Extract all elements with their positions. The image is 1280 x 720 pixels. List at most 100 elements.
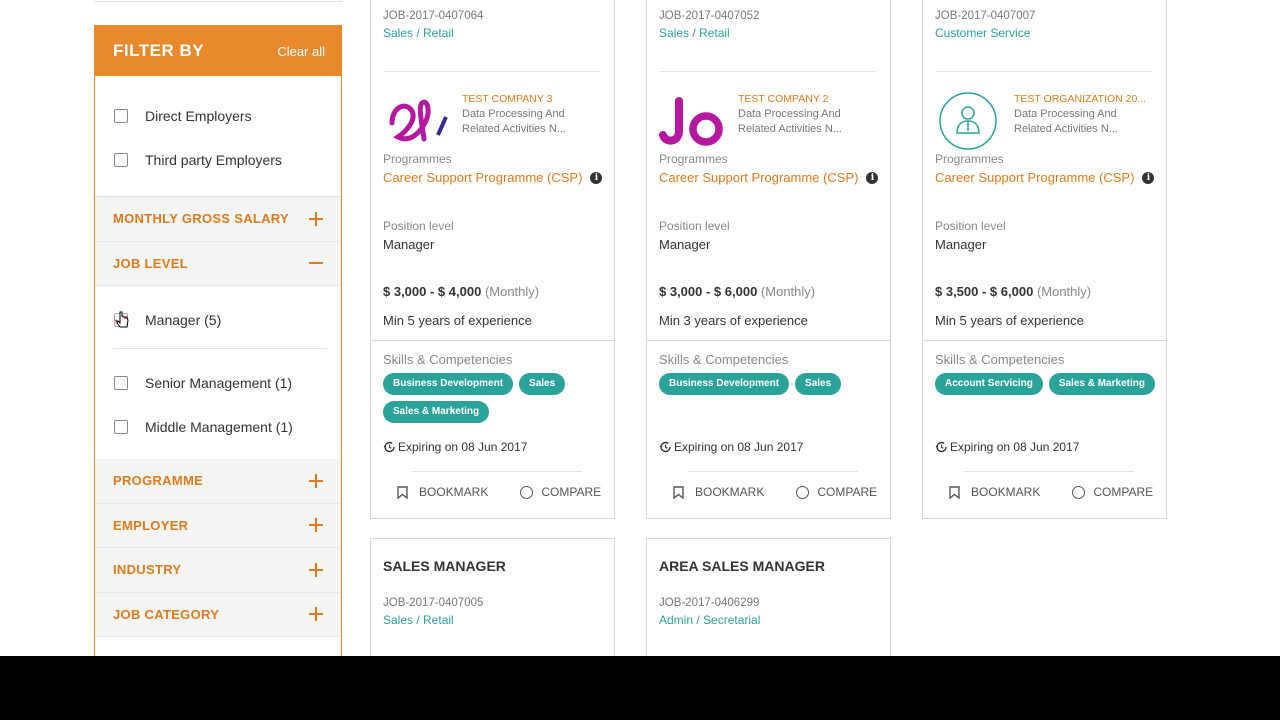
bookmark-icon[interactable] bbox=[673, 485, 684, 499]
info-icon[interactable]: i bbox=[1142, 171, 1155, 184]
sidebar-top-edge bbox=[94, 0, 342, 2]
job-category[interactable]: Sales / Retail bbox=[659, 26, 730, 40]
skill-tag[interactable]: Sales bbox=[519, 373, 566, 395]
position-level-value: Manager bbox=[935, 237, 987, 252]
card-actions: BOOKMARK COMPARE bbox=[397, 485, 601, 499]
filter-direct-employers[interactable]: Direct Employers bbox=[95, 94, 341, 138]
job-code: JOB-2017-0407007 bbox=[935, 10, 1036, 22]
salary-period: (Monthly) bbox=[484, 284, 540, 299]
job-title[interactable]: AREA SALES MANAGER bbox=[659, 558, 825, 574]
plus-icon[interactable] bbox=[309, 562, 323, 577]
programme-text[interactable]: Career Support Programme (CSP) bbox=[659, 170, 858, 185]
bookmark-icon[interactable] bbox=[397, 485, 408, 499]
company-logo bbox=[935, 91, 1001, 151]
direct-employers-checkbox[interactable] bbox=[114, 109, 128, 123]
programme-value: Career Support Programme (CSP) i bbox=[383, 170, 603, 185]
expiry: Expiring on 08 Jun 2017 bbox=[659, 440, 803, 454]
bookmark-icon[interactable] bbox=[949, 485, 960, 499]
filter-middle-management[interactable]: Middle Management (1) bbox=[95, 405, 341, 449]
job-code: JOB-2017-0406299 bbox=[659, 597, 760, 609]
job-level-options: Manager (5) Senior Management (1) Middle… bbox=[95, 286, 341, 459]
senior-management-checkbox[interactable] bbox=[114, 376, 128, 390]
job-category[interactable]: Sales / Retail bbox=[383, 26, 454, 40]
info-icon[interactable]: i bbox=[590, 171, 603, 184]
company-name[interactable]: TEST COMPANY 2 bbox=[738, 93, 828, 105]
history-icon bbox=[383, 441, 395, 453]
minus-icon[interactable] bbox=[309, 256, 323, 270]
job-category[interactable]: Customer Service bbox=[935, 26, 1030, 40]
bookmark-button[interactable]: BOOKMARK bbox=[695, 485, 764, 499]
filter-senior-management[interactable]: Senior Management (1) bbox=[95, 361, 341, 405]
bookmark-button[interactable]: BOOKMARK bbox=[419, 485, 488, 499]
programmes-label: Programmes bbox=[383, 152, 452, 166]
bookmark-button[interactable]: BOOKMARK bbox=[971, 485, 1040, 499]
job-category[interactable]: Sales / Retail bbox=[383, 613, 454, 627]
filter-third-party-employers[interactable]: Third party Employers bbox=[95, 138, 341, 182]
job-card[interactable]: SALES MANAGER JOB-2017-0407005 Sales / R… bbox=[370, 538, 615, 668]
job-card[interactable]: AREA SALES MANAGER JOB-2017-0406299 Admi… bbox=[646, 538, 891, 668]
section-label: PROGRAMME bbox=[113, 473, 204, 489]
job-card[interactable]: JOB-2017-0407052 Sales / Retail TEST COM… bbox=[646, 0, 891, 519]
job-code: JOB-2017-0407005 bbox=[383, 597, 484, 609]
video-letterbox-bar bbox=[0, 656, 1280, 720]
section-employer[interactable]: EMPLOYER bbox=[95, 503, 341, 548]
skill-tag[interactable]: Account Servicing bbox=[935, 373, 1043, 395]
divider bbox=[371, 340, 614, 341]
skill-tag[interactable]: Sales bbox=[795, 373, 842, 395]
salary: $ 3,500 - $ 6,000 (Monthly) bbox=[935, 284, 1091, 299]
divider bbox=[411, 471, 582, 472]
plus-icon[interactable] bbox=[309, 473, 323, 488]
experience: Min 5 years of experience bbox=[383, 313, 532, 328]
divider bbox=[659, 71, 876, 72]
job-code: JOB-2017-0407052 bbox=[659, 10, 760, 22]
compare-button[interactable]: COMPARE bbox=[817, 485, 877, 499]
info-icon[interactable]: i bbox=[866, 171, 879, 184]
company-industry: Data Processing And Related Activities N… bbox=[738, 108, 842, 135]
programme-text[interactable]: Career Support Programme (CSP) bbox=[383, 170, 582, 185]
company-logo bbox=[659, 91, 725, 151]
compare-radio-icon[interactable] bbox=[1072, 485, 1086, 499]
plus-icon[interactable] bbox=[309, 518, 323, 533]
filter-manager[interactable]: Manager (5) bbox=[95, 298, 341, 342]
programme-text[interactable]: Career Support Programme (CSP) bbox=[935, 170, 1134, 185]
section-job-level[interactable]: JOB LEVEL bbox=[95, 241, 341, 286]
middle-management-checkbox[interactable] bbox=[114, 420, 128, 434]
skill-tags: Business Development Sales bbox=[659, 373, 881, 395]
plus-icon[interactable] bbox=[309, 607, 323, 622]
senior-management-label: Senior Management (1) bbox=[145, 375, 293, 391]
section-monthly-gross-salary[interactable]: MONTHLY GROSS SALARY bbox=[95, 197, 341, 242]
job-code: JOB-2017-0407064 bbox=[383, 10, 484, 22]
company-name[interactable]: TEST ORGANIZATION 20... bbox=[1014, 93, 1146, 105]
section-programme[interactable]: PROGRAMME bbox=[95, 459, 341, 504]
job-category[interactable]: Admin / Secretarial bbox=[659, 613, 760, 627]
company-industry: Data Processing And Related Activities N… bbox=[1014, 108, 1118, 135]
skills-label: Skills & Competencies bbox=[659, 352, 789, 367]
job-title[interactable]: SALES MANAGER bbox=[383, 558, 506, 574]
programme-value: Career Support Programme (CSP) i bbox=[935, 170, 1155, 185]
compare-radio-icon[interactable] bbox=[520, 485, 534, 499]
plus-icon[interactable] bbox=[309, 211, 323, 226]
third-party-employers-label: Third party Employers bbox=[145, 152, 282, 168]
third-party-employers-checkbox[interactable] bbox=[114, 153, 128, 167]
manager-checkbox[interactable] bbox=[114, 313, 128, 327]
section-job-category[interactable]: JOB CATEGORY bbox=[95, 592, 341, 637]
expiry-text: Expiring on 08 Jun 2017 bbox=[674, 440, 804, 454]
salary-range: $ 3,000 - $ 6,000 bbox=[659, 284, 758, 299]
section-industry[interactable]: INDUSTRY bbox=[95, 548, 341, 593]
compare-button[interactable]: COMPARE bbox=[1093, 485, 1153, 499]
compare-radio-icon[interactable] bbox=[796, 485, 810, 499]
salary: $ 3,000 - $ 6,000 (Monthly) bbox=[659, 284, 815, 299]
skill-tag[interactable]: Sales & Marketing bbox=[1048, 373, 1155, 395]
skill-tag[interactable]: Business Development bbox=[383, 373, 514, 395]
position-level-label: Position level bbox=[935, 219, 1006, 233]
history-icon bbox=[935, 441, 947, 453]
job-card[interactable]: JOB-2017-0407007 Customer Service TEST O… bbox=[922, 0, 1167, 519]
clear-all-link[interactable]: Clear all bbox=[277, 44, 325, 59]
skill-tag[interactable]: Sales & Marketing bbox=[383, 401, 490, 423]
skill-tag[interactable]: Business Development bbox=[659, 373, 790, 395]
company-name[interactable]: TEST COMPANY 3 bbox=[462, 93, 552, 105]
job-card[interactable]: JOB-2017-0407064 Sales / Retail TEST COM… bbox=[370, 0, 615, 519]
skill-tags: Account Servicing Sales & Marketing bbox=[935, 373, 1157, 395]
compare-button[interactable]: COMPARE bbox=[541, 485, 601, 499]
position-level-value: Manager bbox=[383, 237, 435, 252]
